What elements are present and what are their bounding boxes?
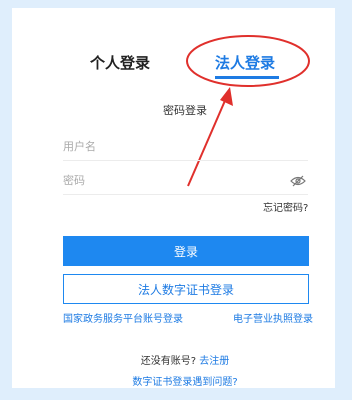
gov-account-login-link[interactable]: 国家政务服务平台账号登录 <box>63 310 183 325</box>
password-input[interactable] <box>63 167 308 194</box>
password-login-title: 密码登录 <box>163 104 207 117</box>
login-button[interactable]: 登录 <box>63 236 309 266</box>
username-input[interactable] <box>63 133 308 160</box>
cert-problem-link[interactable]: 数字证书登录遇到问题? <box>12 373 352 388</box>
active-tab-indicator <box>215 76 279 79</box>
e-license-login-link[interactable]: 电子营业执照登录 <box>233 310 313 325</box>
tab-legal-login[interactable]: 法人登录 <box>215 52 275 73</box>
register-prompt: 还没有账号? <box>140 356 197 367</box>
cert-login-button[interactable]: 法人数字证书登录 <box>63 274 309 304</box>
login-card: 个人登录 法人登录 密码登录 忘记密码? 登录 法人数字证书登录 国家政务服务平… <box>12 8 335 388</box>
register-row: 还没有账号? 去注册 <box>12 352 352 367</box>
eye-hidden-icon[interactable] <box>290 175 306 187</box>
username-field[interactable] <box>63 133 308 161</box>
tab-personal-login[interactable]: 个人登录 <box>90 52 150 73</box>
register-link[interactable]: 去注册 <box>199 356 229 367</box>
forgot-password-link[interactable]: 忘记密码? <box>263 199 308 214</box>
password-field[interactable] <box>63 167 308 195</box>
